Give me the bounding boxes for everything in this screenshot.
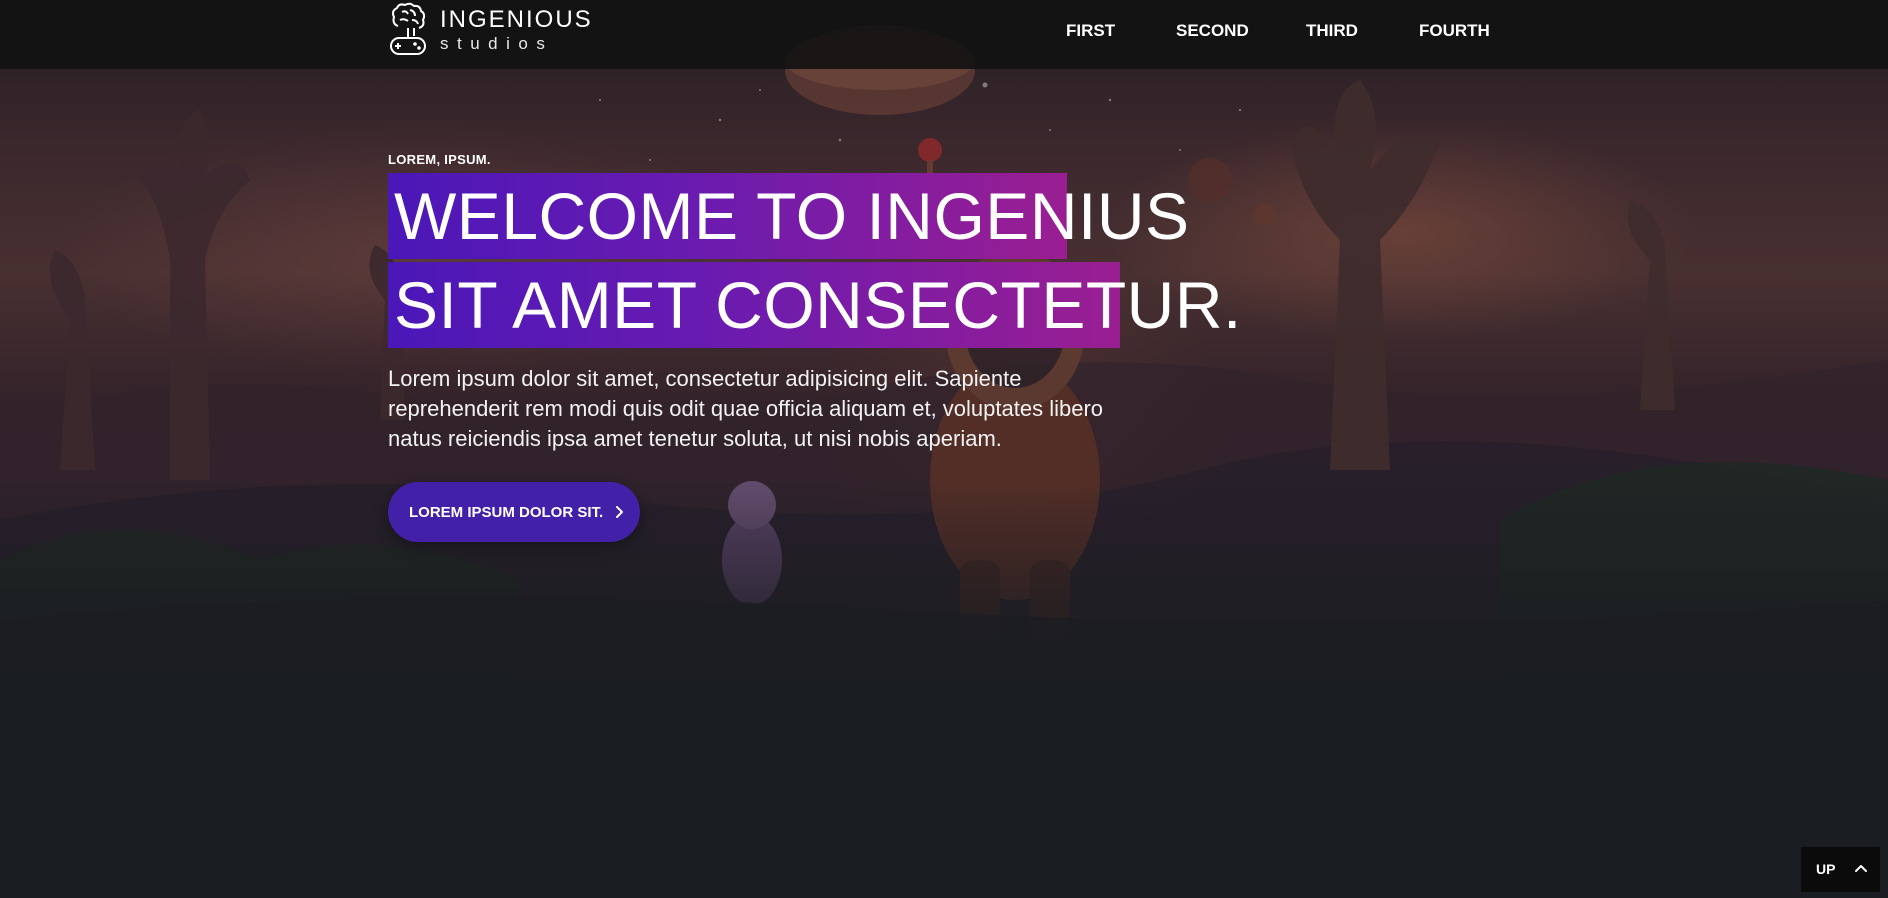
chevron-right-icon [616,506,623,518]
nav-item-first[interactable]: FIRST [1066,21,1115,41]
brain-gamepad-icon [390,2,426,55]
hero-cta-button[interactable]: LOREM IPSUM DOLOR SIT. [388,482,640,542]
brand-tagline: studios [440,33,554,53]
nav-item-fourth[interactable]: FOURTH [1419,21,1490,41]
back-to-top-label: UP [1816,861,1836,877]
hero-eyebrow: LOREM, IPSUM. [388,152,491,167]
chevron-up-icon [1855,865,1867,872]
hero-headline-line-1: WELCOME TO INGENIUS [388,173,1189,259]
brand-wordmark: INGENIOUS studios [440,5,593,54]
hero-background-image [0,0,1888,720]
hero-bottom-fade [0,480,1888,720]
brand-logo[interactable]: INGENIOUS studios [388,2,593,58]
hero-headline-line-2: SIT AMET CONSECTETUR. [388,262,1241,348]
hero-description: Lorem ipsum dolor sit amet, consectetur … [388,366,1103,451]
hero-cta-label: LOREM IPSUM DOLOR SIT. [409,504,604,521]
back-to-top-button[interactable]: UP [1801,847,1880,892]
top-navbar: INGENIOUS studios FIRST SECOND THIRD FOU… [0,0,1888,69]
nav-item-second[interactable]: SECOND [1176,21,1249,41]
main-nav: FIRST SECOND THIRD FOURTH [1040,0,1520,69]
brand-name: INGENIOUS [440,5,593,33]
page: INGENIOUS studios FIRST SECOND THIRD FOU… [0,0,1888,898]
nav-item-third[interactable]: THIRD [1306,21,1358,41]
